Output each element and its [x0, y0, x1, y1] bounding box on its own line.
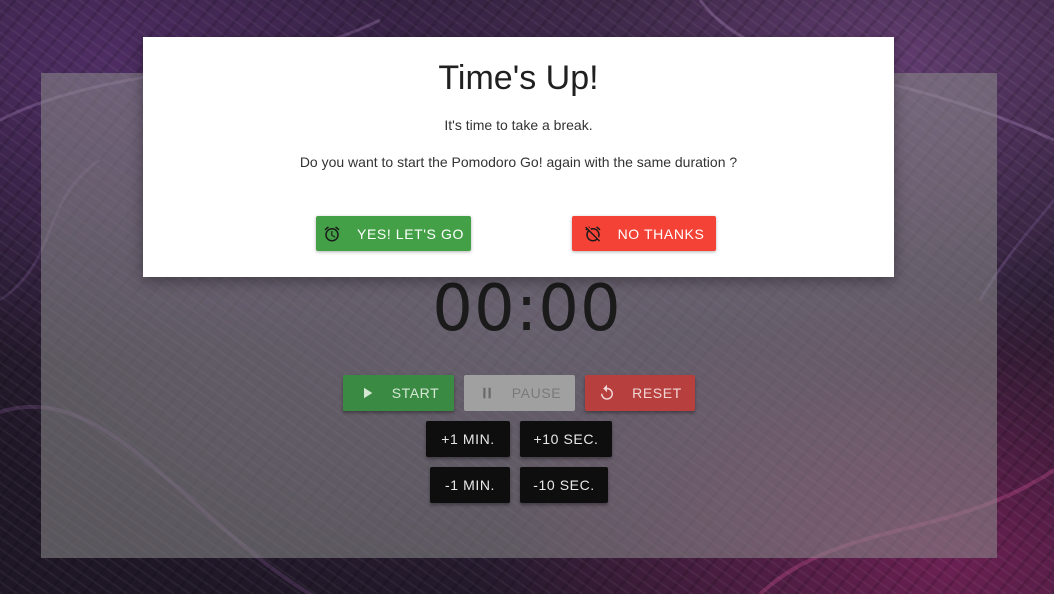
times-up-dialog: Time's Up! It's time to take a break. Do…	[143, 37, 894, 277]
subtract-ten-seconds-button[interactable]: -10 SEC.	[520, 467, 608, 503]
pause-button[interactable]: PAUSE	[464, 375, 575, 411]
reset-icon	[598, 384, 616, 402]
confirm-restart-label: YES! LET'S GO	[357, 225, 464, 242]
dialog-title: Time's Up!	[438, 59, 599, 97]
pause-button-label: PAUSE	[511, 385, 562, 401]
add-ten-seconds-button[interactable]: +10 SEC.	[520, 421, 612, 457]
reset-button[interactable]: RESET	[585, 375, 695, 411]
subtract-one-minute-button[interactable]: -1 MIN.	[430, 467, 510, 503]
dialog-message: It's time to take a break.	[444, 117, 593, 133]
alarm-off-icon	[584, 225, 602, 243]
decline-restart-button[interactable]: NO THANKS	[572, 216, 716, 251]
reset-button-label: RESET	[632, 385, 682, 401]
dialog-question: Do you want to start the Pomodoro Go! ag…	[299, 154, 738, 170]
start-button-label: START	[391, 385, 440, 401]
play-icon	[358, 384, 376, 402]
decline-restart-label: NO THANKS	[617, 225, 705, 242]
add-one-minute-button[interactable]: +1 MIN.	[426, 421, 510, 457]
alarm-icon	[323, 225, 341, 243]
pause-icon	[478, 384, 496, 402]
timer-display: 00:00	[432, 272, 622, 346]
start-button[interactable]: START	[343, 375, 454, 411]
confirm-restart-button[interactable]: YES! LET'S GO	[316, 216, 471, 251]
